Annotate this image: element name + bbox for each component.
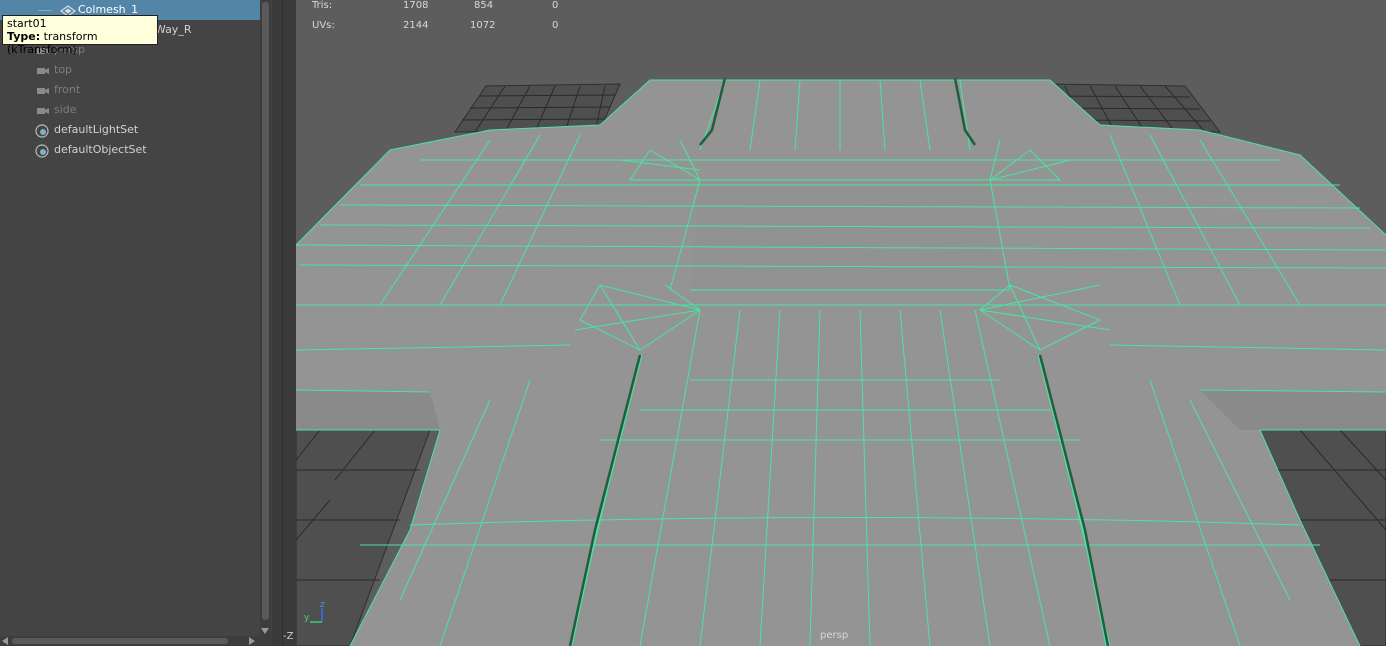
camera-icon xyxy=(36,64,50,76)
camera-icon xyxy=(36,84,50,96)
scrollbar-thumb[interactable] xyxy=(12,638,228,644)
scrollbar-thumb[interactable] xyxy=(262,2,269,620)
tooltip-node-name: start01 xyxy=(7,17,47,30)
panel-splitter[interactable] xyxy=(272,0,296,646)
axis-y-label: y xyxy=(304,613,310,623)
hud-uvs-value: 2144 xyxy=(403,20,429,31)
hud-uvs-label: UVs: xyxy=(312,20,335,31)
scroll-right-arrow-icon[interactable] xyxy=(249,637,255,645)
outliner-item-side[interactable]: side xyxy=(0,100,260,120)
scroll-left-arrow-icon[interactable] xyxy=(2,637,8,645)
hud-uvs-extra: 0 xyxy=(552,20,559,31)
tooltip-type-line: Type: transform (kTransform) xyxy=(7,30,153,56)
scene-wireframe xyxy=(296,77,1386,646)
perspective-viewport[interactable]: Tris: 1708 854 0 UVs: 2144 1072 0 z y pe… xyxy=(296,0,1386,646)
outliner-item-label: top xyxy=(54,63,73,76)
outliner-item-label: defaultObjectSet xyxy=(54,143,147,156)
hud-uvs-selected: 1072 xyxy=(470,20,496,31)
outliner-item-label: defaultLightSet xyxy=(54,123,139,136)
hierarchy-line xyxy=(38,10,52,11)
tooltip-type-label: Type: xyxy=(7,30,41,43)
outliner-horizontal-scrollbar[interactable] xyxy=(0,636,272,646)
scroll-down-arrow-icon[interactable] xyxy=(261,628,269,634)
hud-tris-selected: 854 xyxy=(474,0,494,11)
hud-tris-extra: 0 xyxy=(552,0,559,11)
outliner-item-label: side xyxy=(54,103,77,116)
outliner-item-defaultlightset[interactable]: defaultLightSet xyxy=(0,120,260,140)
hud-tris-label: Tris: xyxy=(312,0,333,11)
road-mesh xyxy=(296,80,1386,646)
outliner-item-defaultobjectset[interactable]: defaultObjectSet xyxy=(0,140,260,160)
outliner-panel: Colmesh_1 TwoLane_FourWay_R persp top fr… xyxy=(0,0,272,646)
outliner-item-front[interactable]: front xyxy=(0,80,260,100)
outliner-vertical-scrollbar[interactable] xyxy=(260,0,271,636)
axis-z-label: z xyxy=(320,600,325,610)
camera-name-label: persp xyxy=(820,630,849,641)
outliner-item-top[interactable]: top xyxy=(0,60,260,80)
neg-z-axis-label: -Z xyxy=(283,631,294,642)
set-icon xyxy=(35,144,49,158)
camera-icon xyxy=(36,104,50,116)
hud-tris-value: 1708 xyxy=(403,0,429,11)
outliner-item-label: front xyxy=(54,83,81,96)
set-icon xyxy=(35,124,49,138)
node-tooltip: start01 Type: transform (kTransform) xyxy=(2,15,158,56)
